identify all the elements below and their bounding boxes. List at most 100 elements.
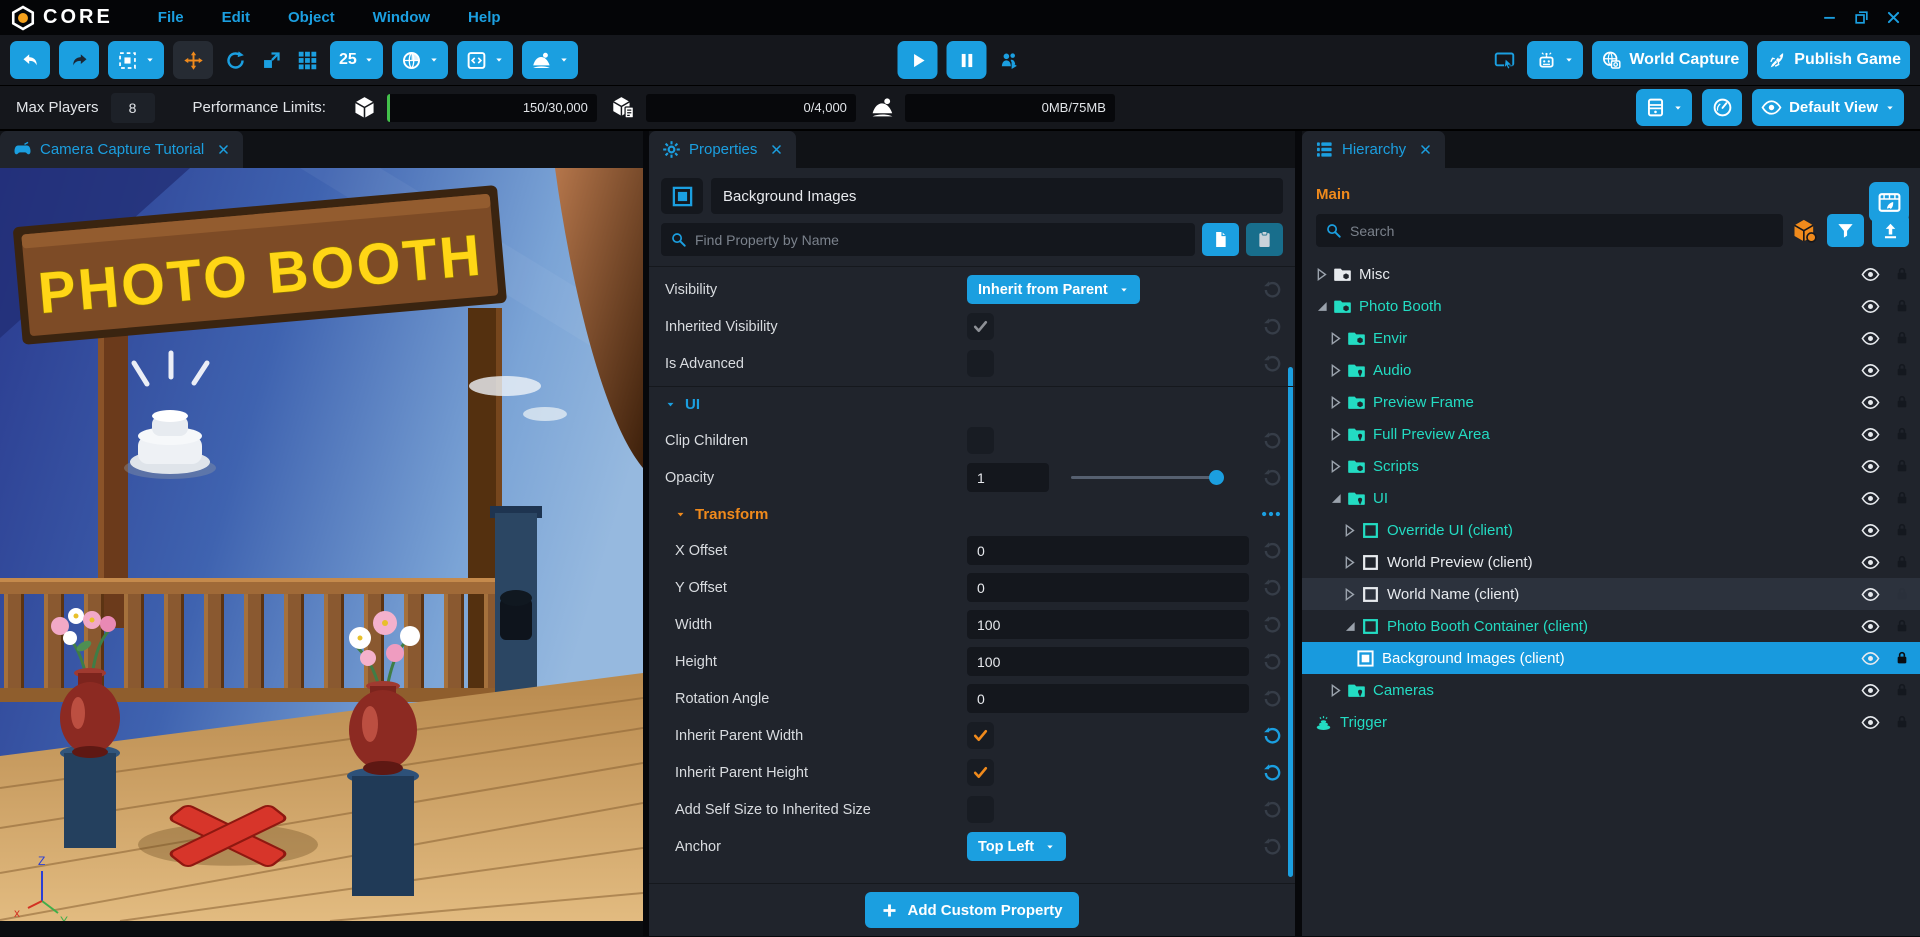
lock-icon[interactable] bbox=[1894, 522, 1910, 538]
expand-arrow-icon[interactable] bbox=[1340, 585, 1359, 604]
visibility-eye-icon[interactable] bbox=[1861, 393, 1880, 412]
lock-icon[interactable] bbox=[1894, 266, 1910, 282]
tree-row-scripts[interactable]: Scripts bbox=[1302, 450, 1920, 482]
tree-row-audio[interactable]: Audio bbox=[1302, 354, 1920, 386]
checkbox-clip-children[interactable] bbox=[967, 427, 994, 454]
minimize-icon[interactable] bbox=[1821, 9, 1838, 26]
close-icon[interactable] bbox=[1419, 143, 1432, 156]
visibility-eye-icon[interactable] bbox=[1861, 713, 1880, 732]
close-icon[interactable] bbox=[770, 143, 783, 156]
play-button[interactable] bbox=[898, 41, 938, 79]
section-collapse-icon[interactable] bbox=[665, 399, 676, 410]
checkbox-inherit-parent-height[interactable] bbox=[967, 759, 994, 786]
reset-icon[interactable] bbox=[1262, 354, 1282, 374]
undo-button[interactable] bbox=[10, 41, 50, 79]
visibility-eye-icon[interactable] bbox=[1861, 585, 1880, 604]
tree-row-misc[interactable]: Misc bbox=[1302, 258, 1920, 290]
collapse-arrow-icon[interactable] bbox=[1312, 297, 1331, 316]
world-capture-button[interactable]: World Capture bbox=[1592, 41, 1748, 79]
visibility-eye-icon[interactable] bbox=[1861, 361, 1880, 380]
select-mode-button[interactable] bbox=[108, 41, 164, 79]
tree-row-envir[interactable]: Envir bbox=[1302, 322, 1920, 354]
tree-row-cameras[interactable]: Cameras bbox=[1302, 674, 1920, 706]
tab-properties[interactable]: Properties bbox=[649, 131, 796, 168]
lock-icon[interactable] bbox=[1894, 298, 1910, 314]
section-ui[interactable]: UI bbox=[649, 386, 1295, 422]
tab-camera-capture-tutorial[interactable]: Camera Capture Tutorial bbox=[0, 131, 243, 168]
view-mode-button[interactable]: Default View bbox=[1752, 89, 1904, 126]
input-y-offset[interactable]: 0 bbox=[967, 573, 1249, 602]
tree-row-photo-booth-container-client[interactable]: Photo Booth Container (client) bbox=[1302, 610, 1920, 642]
multiplayer-preview-icon[interactable] bbox=[996, 50, 1023, 71]
expand-arrow-icon[interactable] bbox=[1326, 681, 1345, 700]
expand-arrow-icon[interactable] bbox=[1312, 265, 1331, 284]
checkbox-is-advanced[interactable] bbox=[967, 350, 994, 377]
checkbox-inherited-visibility[interactable] bbox=[967, 313, 994, 340]
lock-icon[interactable] bbox=[1894, 618, 1910, 634]
screen-share-icon[interactable] bbox=[1491, 50, 1518, 71]
tree-row-background-images-client[interactable]: Background Images (client) bbox=[1302, 642, 1920, 674]
input-x-offset[interactable]: 0 bbox=[967, 536, 1249, 565]
publish-game-button[interactable]: Publish Game bbox=[1757, 41, 1910, 79]
lock-icon[interactable] bbox=[1894, 714, 1910, 730]
section-transform[interactable]: Transform bbox=[649, 496, 1295, 532]
viewport-3d-scene[interactable]: PHOTO BOOTH bbox=[0, 168, 643, 936]
tree-row-preview-frame[interactable]: Preview Frame bbox=[1302, 386, 1920, 418]
lock-icon[interactable] bbox=[1894, 426, 1910, 442]
tab-hierarchy[interactable]: Hierarchy bbox=[1302, 131, 1445, 168]
dropdown-visibility[interactable]: Inherit from Parent bbox=[967, 275, 1140, 304]
filter-button[interactable] bbox=[1827, 214, 1864, 247]
section-collapse-icon[interactable] bbox=[675, 509, 686, 520]
lock-icon[interactable] bbox=[1894, 394, 1910, 410]
slider-thumb[interactable] bbox=[1209, 470, 1224, 485]
visibility-eye-icon[interactable] bbox=[1861, 489, 1880, 508]
restore-icon[interactable] bbox=[1853, 9, 1870, 26]
lock-icon[interactable] bbox=[1894, 362, 1910, 378]
visibility-eye-icon[interactable] bbox=[1861, 457, 1880, 476]
scene-capture-button[interactable] bbox=[1869, 182, 1909, 222]
input-opacity[interactable]: 1 bbox=[967, 463, 1049, 492]
lock-icon[interactable] bbox=[1894, 586, 1910, 602]
dropdown-anchor[interactable]: Top Left bbox=[967, 832, 1066, 861]
lock-icon[interactable] bbox=[1894, 458, 1910, 474]
input-width[interactable]: 100 bbox=[967, 610, 1249, 639]
reset-icon[interactable] bbox=[1262, 317, 1282, 337]
lock-icon[interactable] bbox=[1894, 682, 1910, 698]
reset-icon[interactable] bbox=[1262, 578, 1282, 598]
snap-size-button[interactable]: 25 bbox=[330, 41, 383, 79]
expand-arrow-icon[interactable] bbox=[1340, 553, 1359, 572]
lock-icon[interactable] bbox=[1894, 330, 1910, 346]
reset-icon[interactable] bbox=[1262, 726, 1282, 746]
hierarchy-search-input[interactable] bbox=[1350, 223, 1774, 239]
menu-object[interactable]: Object bbox=[269, 9, 354, 26]
expand-arrow-icon[interactable] bbox=[1340, 521, 1359, 540]
visibility-eye-icon[interactable] bbox=[1861, 553, 1880, 572]
grid-snap-icon[interactable] bbox=[294, 50, 321, 71]
visibility-eye-icon[interactable] bbox=[1861, 297, 1880, 316]
tree-row-world-name-client[interactable]: World Name (client) bbox=[1302, 578, 1920, 610]
save-options-button[interactable] bbox=[1636, 89, 1692, 126]
property-search[interactable] bbox=[661, 223, 1195, 256]
redo-button[interactable] bbox=[59, 41, 99, 79]
scene-canvas[interactable]: PHOTO BOOTH bbox=[0, 168, 643, 921]
reset-icon[interactable] bbox=[1262, 541, 1282, 561]
close-icon[interactable] bbox=[1885, 9, 1902, 26]
collapse-arrow-icon[interactable] bbox=[1340, 617, 1359, 636]
reset-icon[interactable] bbox=[1262, 837, 1282, 857]
reset-icon[interactable] bbox=[1262, 431, 1282, 451]
slider-opacity[interactable] bbox=[1071, 476, 1221, 479]
reset-icon[interactable] bbox=[1262, 615, 1282, 635]
expand-arrow-icon[interactable] bbox=[1326, 457, 1345, 476]
lock-icon[interactable] bbox=[1894, 490, 1910, 506]
input-rotation-angle[interactable]: 0 bbox=[967, 684, 1249, 713]
expand-arrow-icon[interactable] bbox=[1326, 329, 1345, 348]
reset-icon[interactable] bbox=[1262, 280, 1282, 300]
max-players-input[interactable] bbox=[111, 93, 155, 123]
section-menu-icon[interactable] bbox=[1260, 503, 1282, 525]
pause-button[interactable] bbox=[947, 41, 987, 79]
tree-row-trigger[interactable]: Trigger bbox=[1302, 706, 1920, 738]
input-height[interactable]: 100 bbox=[967, 647, 1249, 676]
asset-cube-icon[interactable] bbox=[1791, 217, 1819, 245]
checkbox-add-self-size-to-inherited-size[interactable] bbox=[967, 796, 994, 823]
expand-arrow-icon[interactable] bbox=[1326, 393, 1345, 412]
